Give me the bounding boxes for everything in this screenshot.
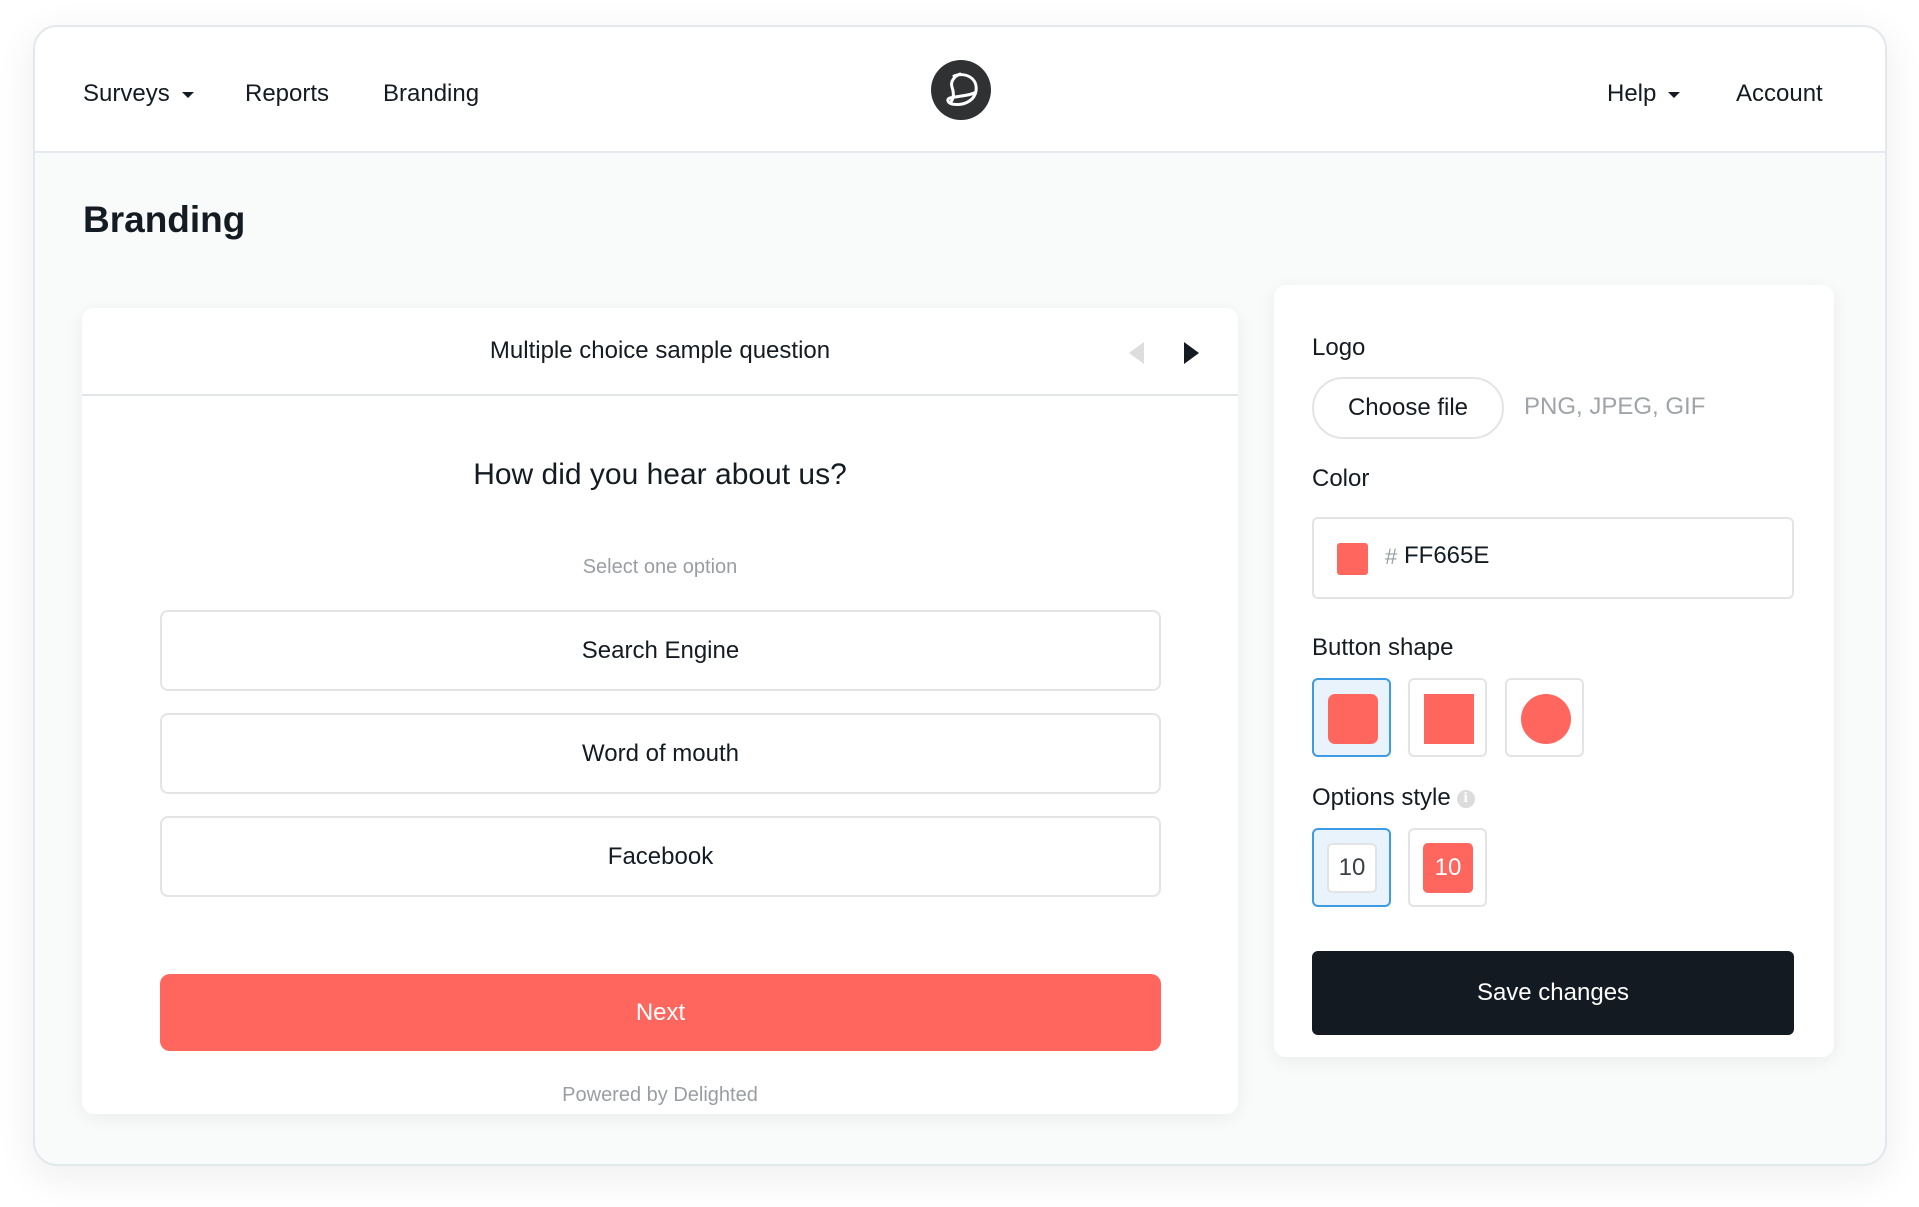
save-changes-label: Save changes bbox=[1476, 979, 1630, 1006]
nav-reports-label: Reports bbox=[245, 80, 330, 107]
nav-account-label: Account bbox=[1736, 80, 1823, 107]
survey-question: How did you hear about us? bbox=[473, 458, 847, 491]
survey-hint: Select one option bbox=[582, 556, 738, 578]
button-shape-circle[interactable] bbox=[1505, 678, 1584, 757]
button-shape-rounded[interactable] bbox=[1312, 678, 1391, 757]
color-hash: # bbox=[1385, 544, 1398, 569]
triangle-left-icon[interactable] bbox=[1129, 342, 1144, 364]
top-navigation: Surveys Reports Branding Help Account bbox=[35, 27, 1885, 153]
options-style-filled[interactable]: 10 bbox=[1408, 828, 1487, 907]
nav-branding[interactable]: Branding bbox=[383, 79, 479, 109]
options-style-outline-sample: 10 bbox=[1327, 843, 1377, 893]
color-label: Color bbox=[1312, 465, 1370, 492]
info-icon[interactable]: i bbox=[1456, 789, 1475, 808]
delighted-logo-icon[interactable] bbox=[930, 59, 992, 121]
button-shape-label: Button shape bbox=[1312, 634, 1454, 661]
nav-surveys[interactable]: Surveys bbox=[83, 79, 194, 109]
option-label: Search Engine bbox=[581, 636, 740, 664]
save-changes-button[interactable]: Save changes bbox=[1312, 951, 1794, 1035]
survey-preview-card: Multiple choice sample question How did … bbox=[82, 308, 1238, 1114]
nav-reports[interactable]: Reports bbox=[245, 79, 329, 109]
circle-icon bbox=[1521, 694, 1571, 744]
square-icon bbox=[1424, 694, 1474, 744]
color-swatch[interactable] bbox=[1337, 543, 1368, 575]
page-title: Branding bbox=[83, 199, 246, 240]
button-shape-square[interactable] bbox=[1408, 678, 1487, 757]
choose-file-label: Choose file bbox=[1347, 394, 1469, 421]
app-window: Surveys Reports Branding Help Account Br… bbox=[33, 25, 1887, 1166]
nav-help[interactable]: Help bbox=[1607, 79, 1681, 109]
chevron-down-icon bbox=[1668, 92, 1681, 98]
option-search-engine[interactable]: Search Engine bbox=[160, 610, 1161, 691]
option-word-of-mouth[interactable]: Word of mouth bbox=[160, 713, 1161, 794]
rounded-square-icon bbox=[1328, 694, 1378, 744]
nav-surveys-label: Surveys bbox=[83, 80, 170, 107]
next-button-label: Next bbox=[635, 998, 686, 1026]
triangle-right-icon[interactable] bbox=[1184, 342, 1199, 364]
options-style-label: Options style i bbox=[1312, 784, 1475, 812]
options-style-label-text: Options style bbox=[1312, 784, 1451, 811]
chevron-down-icon bbox=[181, 92, 194, 98]
preview-header: Multiple choice sample question bbox=[82, 308, 1238, 396]
option-label: Facebook bbox=[607, 842, 714, 870]
option-label: Word of mouth bbox=[582, 739, 739, 767]
choose-file-button[interactable]: Choose file bbox=[1312, 377, 1504, 439]
color-hex-value[interactable]: FF665E bbox=[1404, 542, 1489, 570]
next-button[interactable]: Next bbox=[160, 974, 1161, 1051]
nav-account[interactable]: Account bbox=[1736, 79, 1823, 109]
color-field[interactable]: # FF665E bbox=[1312, 517, 1794, 599]
preview-title: Multiple choice sample question bbox=[489, 337, 831, 364]
logo-label: Logo bbox=[1312, 334, 1366, 361]
options-style-outline[interactable]: 10 bbox=[1312, 828, 1391, 907]
option-facebook[interactable]: Facebook bbox=[160, 816, 1161, 897]
nav-branding-label: Branding bbox=[383, 80, 480, 107]
nav-help-label: Help bbox=[1607, 80, 1657, 107]
powered-by-text: Powered by Delighted bbox=[562, 1084, 758, 1106]
file-types-hint: PNG, JPEG, GIF bbox=[1524, 393, 1706, 420]
branding-settings-panel: Logo Choose file PNG, JPEG, GIF Color # … bbox=[1274, 285, 1834, 1057]
options-style-filled-sample: 10 bbox=[1423, 843, 1473, 893]
